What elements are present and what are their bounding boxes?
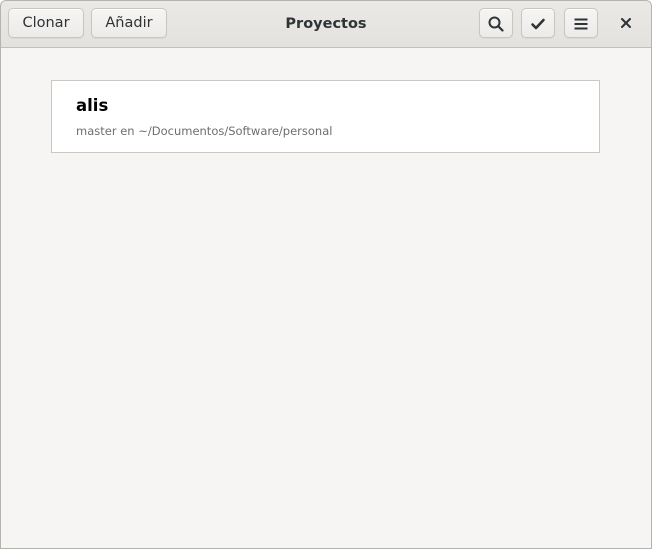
search-button[interactable] [479, 8, 513, 38]
main-menu-button[interactable] [564, 8, 598, 38]
close-icon [621, 18, 631, 28]
app-window: Clonar Añadir Proyectos alis master en ~… [0, 0, 652, 549]
clone-button[interactable]: Clonar [8, 8, 84, 38]
project-name: alis [76, 96, 109, 115]
project-details: master en ~/Documentos/Software/personal [76, 124, 333, 138]
projects-list: alis master en ~/Documentos/Software/per… [51, 80, 600, 153]
hamburger-menu-icon [574, 18, 588, 30]
close-button[interactable] [613, 10, 639, 36]
project-row[interactable]: alis master en ~/Documentos/Software/per… [52, 81, 599, 152]
selection-mode-button[interactable] [521, 8, 555, 38]
header-bar: Clonar Añadir Proyectos [1, 1, 651, 48]
window-title: Proyectos [285, 16, 367, 32]
check-icon [531, 18, 545, 30]
search-icon [488, 16, 504, 32]
add-button[interactable]: Añadir [91, 8, 167, 38]
